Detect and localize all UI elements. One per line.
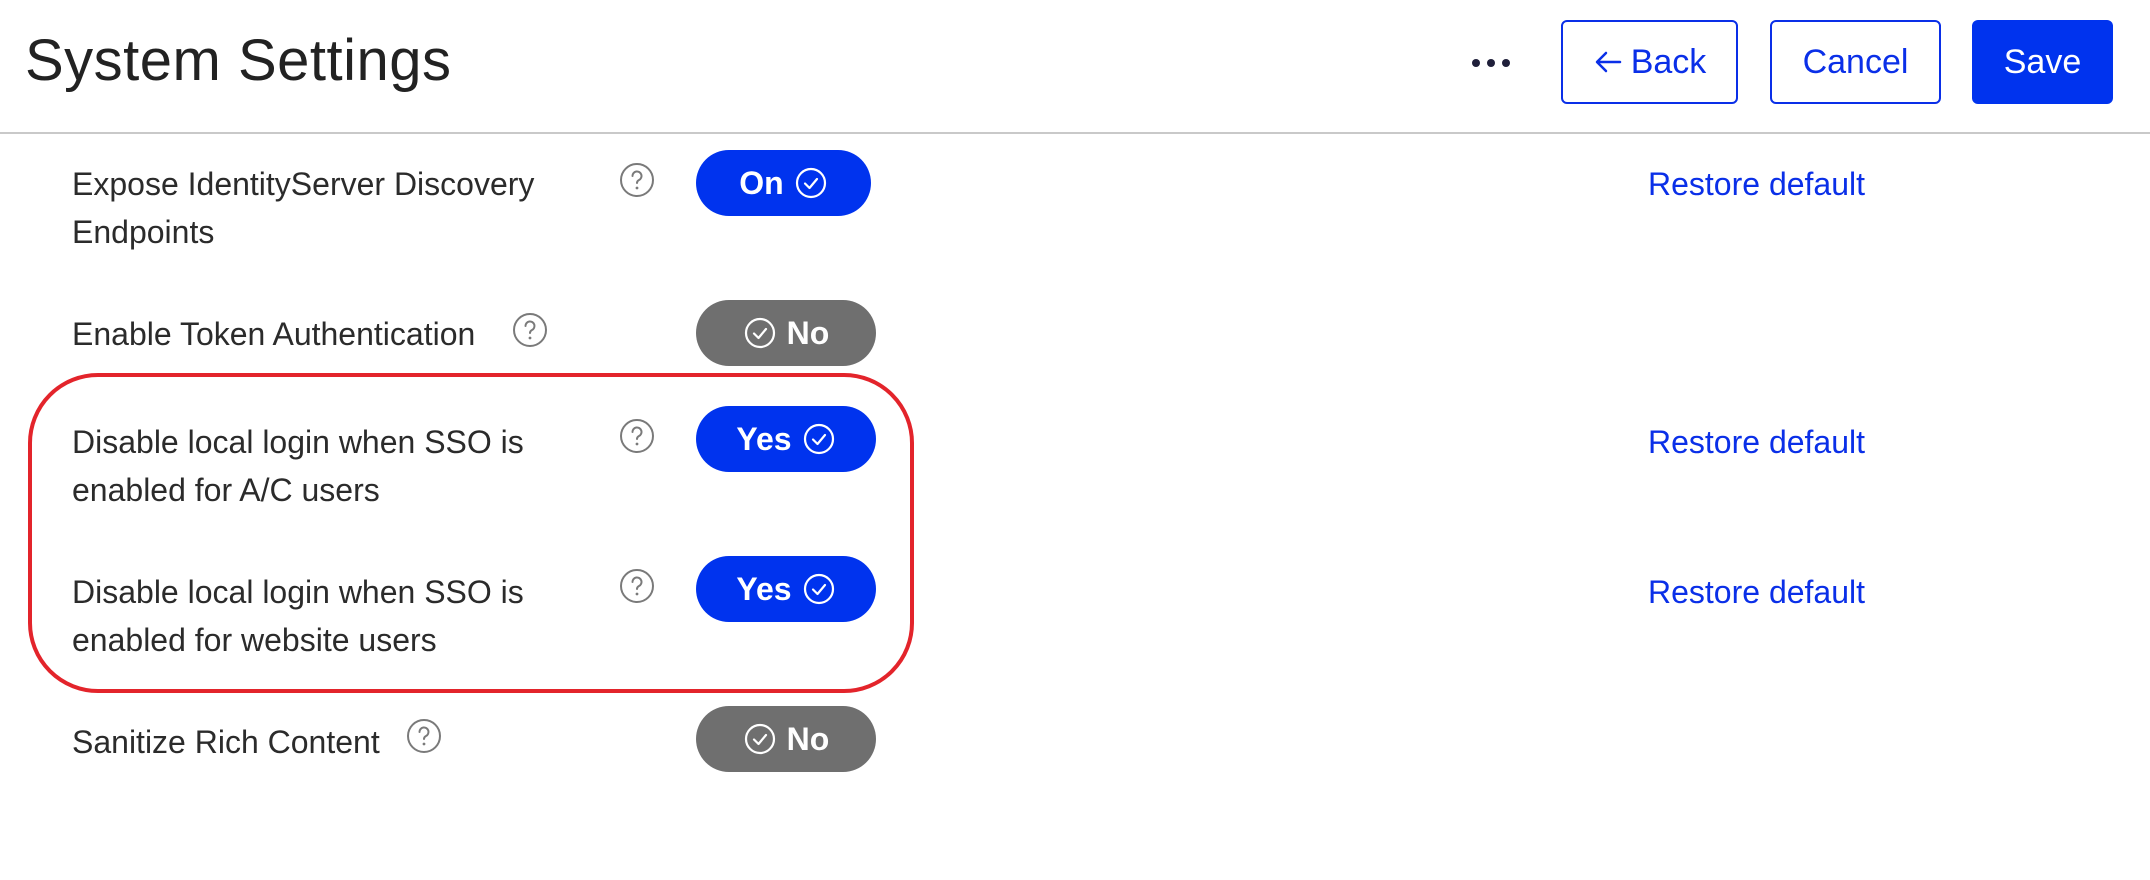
help-icon[interactable]	[619, 162, 655, 198]
setting-label-line: Sanitize Rich Content	[72, 724, 380, 760]
page-header: System Settings Back Cancel Save	[0, 0, 2150, 134]
help-icon[interactable]	[406, 718, 442, 754]
toggle-value: Yes	[736, 420, 792, 457]
back-button[interactable]: Back	[1561, 20, 1738, 104]
help-icon[interactable]	[512, 312, 548, 348]
setting-label-line: Enable Token Authentication	[72, 316, 476, 352]
help-icon[interactable]	[619, 568, 655, 604]
check-circle-icon	[744, 317, 775, 349]
more-dot-icon	[1487, 59, 1495, 67]
save-button-label: Save	[2003, 42, 2082, 81]
toggle-value: On	[739, 164, 784, 201]
save-button[interactable]: Save	[1972, 20, 2113, 104]
setting-label: Sanitize Rich Content	[72, 718, 380, 766]
setting-label-line: Disable local login when SSO is	[72, 424, 524, 460]
setting-label-line: enabled for A/C users	[72, 472, 380, 508]
setting-label-line: enabled for website users	[72, 622, 437, 658]
toggle-on-switch[interactable]: Yes	[696, 556, 876, 622]
setting-label-line: Disable local login when SSO is	[72, 574, 524, 610]
arrow-left-icon	[1595, 51, 1621, 73]
toggle-on-switch[interactable]: Yes	[696, 406, 876, 472]
toggle-value: No	[786, 314, 830, 351]
back-button-label: Back	[1630, 42, 1707, 81]
toggle-off-switch[interactable]: No	[696, 706, 876, 772]
help-icon[interactable]	[619, 418, 655, 454]
setting-label: Expose IdentityServer Discovery Endpoint…	[72, 160, 534, 256]
restore-default-link[interactable]: Restore default	[1648, 160, 1865, 208]
check-circle-icon	[803, 573, 834, 605]
check-circle-icon	[795, 167, 826, 199]
setting-label-line: Endpoints	[72, 214, 215, 250]
toggle-value: Yes	[736, 570, 792, 607]
toggle-off-switch[interactable]: No	[696, 300, 876, 366]
more-dot-icon	[1472, 59, 1480, 67]
cancel-button-label: Cancel	[1802, 42, 1909, 81]
restore-default-link[interactable]: Restore default	[1648, 418, 1865, 466]
toggle-value: No	[786, 720, 830, 757]
setting-label: Disable local login when SSO is enabled …	[72, 418, 524, 514]
cancel-button[interactable]: Cancel	[1770, 20, 1941, 104]
check-circle-icon	[803, 423, 834, 455]
setting-label-line: Expose IdentityServer Discovery	[72, 166, 535, 202]
more-dot-icon	[1502, 59, 1510, 67]
setting-label: Enable Token Authentication	[72, 310, 475, 358]
page-title: System Settings	[25, 28, 452, 93]
check-circle-icon	[744, 723, 775, 755]
setting-label: Disable local login when SSO is enabled …	[72, 568, 524, 664]
toggle-on-switch[interactable]: On	[696, 150, 871, 216]
more-options-button[interactable]	[1465, 40, 1517, 86]
restore-default-link[interactable]: Restore default	[1648, 568, 1865, 616]
